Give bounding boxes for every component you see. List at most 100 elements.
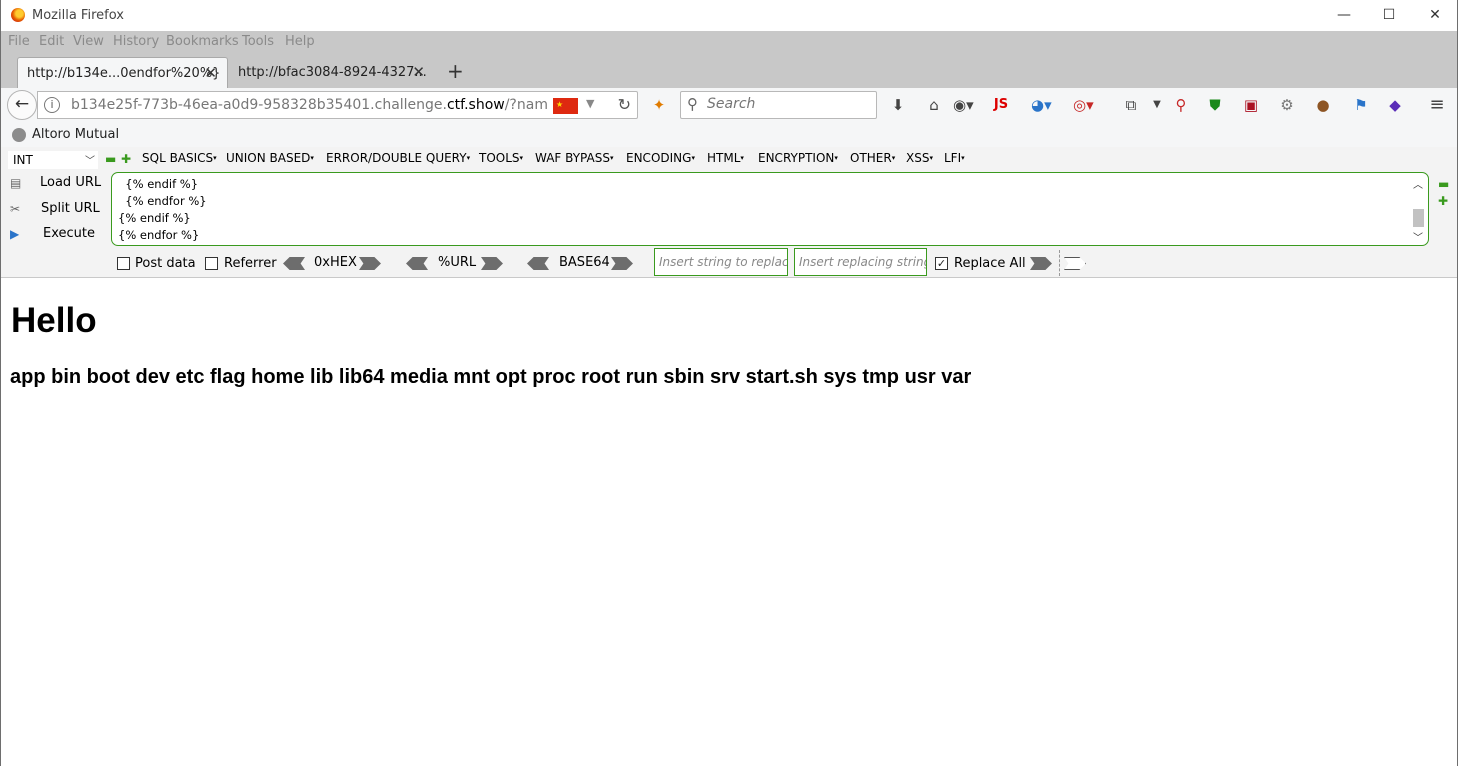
base64-encode-button[interactable]: [611, 257, 633, 270]
shield-icon[interactable]: ⛊: [1205, 95, 1225, 115]
menu-history[interactable]: History: [113, 34, 159, 49]
menu-label: ENCRYPTION: [758, 151, 835, 165]
hex-encode-button[interactable]: [359, 257, 381, 270]
post-data-label: Post data: [135, 256, 196, 271]
chevron-down-icon: ﹀: [85, 156, 95, 167]
tab-active[interactable]: http://b134e...0endfor%20%} ✕: [17, 57, 228, 88]
site-info-icon[interactable]: i: [44, 97, 60, 113]
menu-help[interactable]: Help: [285, 34, 315, 49]
off-addon-icon[interactable]: ⚑: [1351, 95, 1371, 115]
new-tab-button[interactable]: +: [447, 61, 464, 81]
hex-label: 0xHEX: [314, 255, 357, 270]
replace-string-input[interactable]: Insert string to replace: [654, 248, 788, 276]
page-heading: Hello: [11, 301, 97, 340]
menu-union-based[interactable]: UNION BASED▾: [226, 151, 314, 165]
search-input[interactable]: [707, 96, 867, 112]
plus-icon[interactable]: ✚: [121, 152, 131, 166]
scroll-up-icon[interactable]: ︿: [1413, 176, 1423, 191]
gear-icon[interactable]: ⚙: [1277, 95, 1297, 115]
download-icon[interactable]: ⬇: [888, 95, 908, 115]
replace-apply-button[interactable]: [1030, 257, 1052, 270]
menu-edit[interactable]: Edit: [39, 34, 64, 49]
menu-html[interactable]: HTML▾: [707, 151, 744, 165]
tab-title: http://bfac3084-8924-4327...: [238, 65, 427, 80]
bookmark-altoro-mutual[interactable]: Altoro Mutual: [32, 127, 119, 142]
menu-encoding[interactable]: ENCODING▾: [626, 151, 695, 165]
menu-label: TOOLS: [479, 151, 520, 165]
menu-tools[interactable]: Tools: [242, 34, 274, 49]
replace-next-button[interactable]: [1064, 257, 1086, 270]
menu-lfi[interactable]: LFI▾: [944, 151, 965, 165]
overflow-dropdown-icon[interactable]: ▼: [1147, 95, 1167, 115]
tab-close-icon[interactable]: ✕: [412, 63, 425, 81]
title-bar: Mozilla Firefox — ☐ ✕: [1, 0, 1457, 31]
url-text[interactable]: b134e25f-773b-46ea-a0d9-958328b35401.cha…: [71, 97, 547, 113]
search-box[interactable]: ⚲: [680, 91, 877, 119]
scroll-down-icon[interactable]: ﹀: [1413, 229, 1423, 244]
search-icon: ⚲: [687, 95, 698, 113]
menu-view[interactable]: View: [73, 34, 104, 49]
reload-icon[interactable]: ↻: [618, 95, 631, 114]
menu-waf-bypass[interactable]: WAF BYPASS▾: [535, 151, 613, 165]
url-decode-button[interactable]: [406, 257, 428, 270]
cookie-icon[interactable]: ●: [1313, 95, 1333, 115]
window-title: Mozilla Firefox: [32, 8, 124, 23]
home-icon[interactable]: ⌂: [924, 95, 944, 115]
minus-icon[interactable]: ▬: [105, 152, 116, 166]
menu-encryption[interactable]: ENCRYPTION▾: [758, 151, 838, 165]
textarea-scrollbar[interactable]: ︿ ﹀: [1412, 176, 1425, 244]
copy-icon[interactable]: ⧉: [1121, 95, 1141, 115]
url-domain: ctf.show: [446, 97, 505, 113]
menu-label: XSS: [906, 151, 930, 165]
layers-icon[interactable]: ◆: [1385, 95, 1405, 115]
minus-icon[interactable]: ▬: [1438, 177, 1449, 191]
inspect-icon[interactable]: ⚲: [1171, 95, 1191, 115]
replace-all-checkbox[interactable]: ✓: [935, 257, 948, 270]
menu-label: ENCODING: [626, 151, 692, 165]
js-toggle-icon[interactable]: JS: [991, 95, 1011, 115]
hackbar-addon-icon[interactable]: ▣: [1241, 95, 1261, 115]
url-encode-label: %URL: [438, 255, 477, 270]
type-select[interactable]: INT ﹀: [8, 151, 98, 169]
hamburger-menu-icon[interactable]: ≡: [1427, 95, 1447, 115]
replacing-string-input[interactable]: Insert replacing string: [794, 248, 927, 276]
plus-icon[interactable]: ✚: [1438, 194, 1448, 208]
url-textarea[interactable]: {% endif %} {% endfor %} {% endif %} {% …: [111, 172, 1429, 246]
menu-label: WAF BYPASS: [535, 151, 610, 165]
referrer-label: Referrer: [224, 256, 277, 271]
base64-decode-button[interactable]: [527, 257, 549, 270]
load-url-icon: ▤: [10, 176, 22, 190]
menu-label: UNION BASED: [226, 151, 311, 165]
menu-xss[interactable]: XSS▾: [906, 151, 933, 165]
referrer-checkbox[interactable]: [205, 257, 218, 270]
globe-icon: [12, 128, 26, 142]
url-bar[interactable]: i b134e25f-773b-46ea-a0d9-958328b35401.c…: [37, 91, 638, 119]
menu-error-double-query[interactable]: ERROR/DOUBLE QUERY▾: [326, 151, 470, 165]
menu-tools[interactable]: TOOLS▾: [479, 151, 523, 165]
tab-strip: http://b134e...0endfor%20%} ✕ http://bfa…: [1, 53, 1457, 88]
tab-title: http://b134e...0endfor%20%}: [27, 66, 221, 81]
tab-close-icon[interactable]: ✕: [204, 64, 217, 82]
proxy-addon-icon[interactable]: ◎▾: [1073, 95, 1094, 115]
menu-label: LFI: [944, 151, 962, 165]
menu-file[interactable]: File: [8, 34, 30, 49]
ninja-addon-icon[interactable]: ✦: [649, 95, 669, 115]
translate-icon[interactable]: ◕▾: [1031, 95, 1052, 115]
url-dropdown-icon[interactable]: ▼: [586, 97, 594, 110]
minimize-button[interactable]: —: [1334, 6, 1354, 24]
close-window-button[interactable]: ✕: [1425, 6, 1445, 24]
tab-inactive[interactable]: http://bfac3084-8924-4327... ✕: [229, 57, 435, 88]
post-data-checkbox[interactable]: [117, 257, 130, 270]
scroll-thumb[interactable]: [1413, 209, 1424, 227]
menu-bookmarks[interactable]: Bookmarks: [166, 34, 239, 49]
menu-sql-basics[interactable]: SQL BASICS▾: [142, 151, 217, 165]
addon-globe-icon[interactable]: ◉▾: [953, 95, 974, 115]
menu-label: SQL BASICS: [142, 151, 214, 165]
hex-decode-button[interactable]: [283, 257, 305, 270]
back-button[interactable]: ←: [7, 90, 37, 120]
menu-label: OTHER: [850, 151, 892, 165]
url-encode-button[interactable]: [481, 257, 503, 270]
maximize-button[interactable]: ☐: [1379, 6, 1399, 24]
menu-other[interactable]: OTHER▾: [850, 151, 895, 165]
page-content: Hello app bin boot dev etc flag home lib…: [1, 279, 1457, 766]
